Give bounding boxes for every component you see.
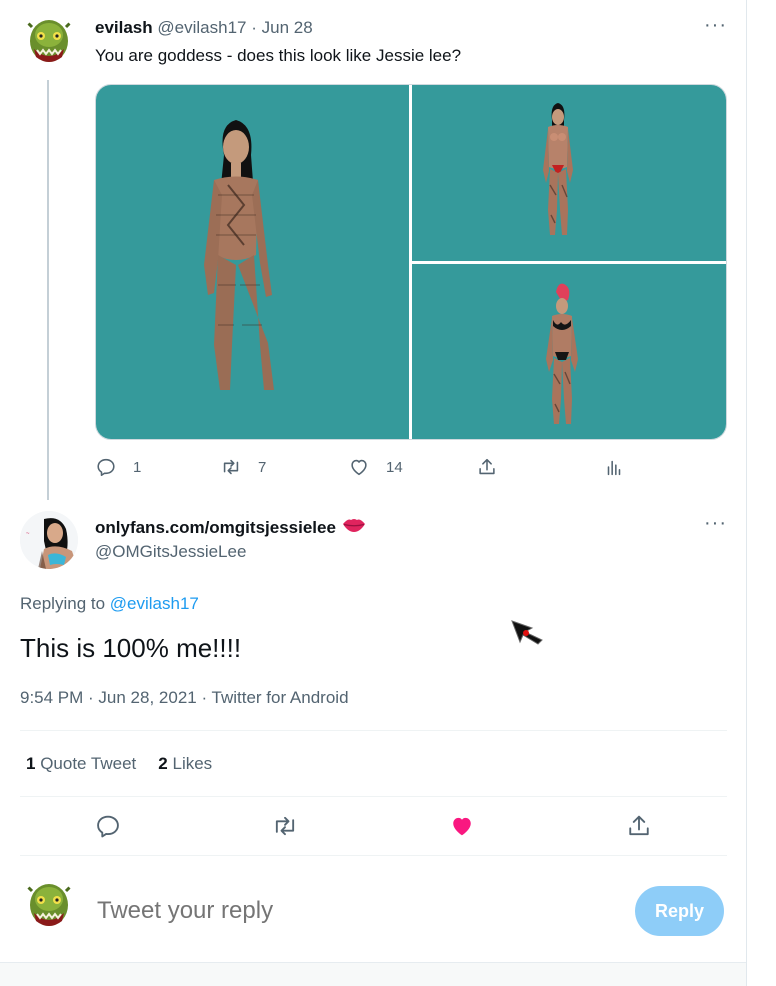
main-share-button[interactable]: [625, 812, 653, 840]
more-dots-icon[interactable]: ···: [704, 513, 727, 533]
main-display-name-row: onlyfans.com/omgitsjessielee: [95, 517, 366, 538]
main-display-name[interactable]: onlyfans.com/omgitsjessielee: [95, 518, 336, 538]
main-tweet-text: This is 100% me!!!!: [20, 633, 242, 663]
mouse-cursor-icon: [510, 618, 546, 654]
quote-tweets-stat[interactable]: 1 Quote Tweet: [26, 754, 136, 773]
thread-connector-line: [47, 80, 49, 500]
tweet-media-grid: [95, 84, 727, 440]
character-figure-image: [543, 103, 573, 235]
parent-separator: ·: [251, 18, 257, 37]
reply-icon: [97, 815, 119, 838]
main-like-button[interactable]: [448, 812, 476, 840]
parent-retweet-count: 7: [258, 458, 267, 476]
likes-label: Likes: [172, 754, 213, 773]
likes-stat[interactable]: 2 Likes: [158, 754, 212, 773]
more-dots-icon[interactable]: ···: [704, 15, 727, 35]
character-figure-image: [204, 120, 274, 390]
main-reply-button[interactable]: [94, 812, 122, 840]
divider: [20, 796, 727, 797]
heart-outline-icon: [351, 459, 367, 476]
parent-like-action[interactable]: 14: [348, 456, 403, 478]
retweet-icon: [223, 459, 239, 475]
parent-share-action[interactable]: [476, 456, 498, 478]
quote-count: 1: [26, 754, 36, 773]
kiss-lips-icon: [342, 517, 366, 538]
likes-count: 2: [158, 754, 168, 773]
media-image-2[interactable]: [412, 85, 726, 261]
media-image-1[interactable]: [96, 85, 409, 439]
tweet-timestamp-source[interactable]: 9:54 PM · Jun 28, 2021 · Twitter for And…: [20, 688, 349, 708]
timeline-border: [746, 0, 747, 986]
reply-button[interactable]: Reply: [635, 886, 724, 936]
media-image-3[interactable]: [412, 264, 726, 439]
parent-like-count: 14: [386, 458, 403, 476]
replying-to-label: Replying to: [20, 594, 110, 613]
quote-label: Quote Tweet: [40, 754, 137, 773]
parent-date[interactable]: Jun 28: [262, 18, 313, 37]
main-avatar[interactable]: ~: [20, 511, 78, 569]
heart-filled-icon: [453, 817, 471, 836]
divider: [20, 730, 727, 731]
svg-text:~: ~: [26, 531, 30, 537]
reply-icon: [97, 458, 115, 477]
character-figure-image: [546, 283, 578, 424]
parent-tweet-text: You are goddess - does this look like Je…: [95, 46, 462, 65]
analytics-icon: [607, 460, 621, 476]
parent-reply-action[interactable]: 1: [95, 456, 141, 478]
main-retweet-button[interactable]: [271, 812, 299, 840]
parent-reply-count: 1: [133, 458, 142, 476]
parent-retweet-action[interactable]: 7: [220, 456, 266, 478]
share-icon: [629, 815, 649, 836]
divider: [20, 855, 727, 856]
reply-input[interactable]: [97, 897, 517, 925]
share-icon: [479, 458, 495, 475]
composer-avatar[interactable]: [20, 879, 78, 937]
parent-analytics-action[interactable]: [603, 456, 625, 478]
replying-to-line: Replying to @evilash17: [20, 594, 199, 614]
main-handle[interactable]: @OMGitsJessieLee: [95, 542, 246, 562]
bottom-section-strip: [0, 962, 746, 986]
parent-tweet-header: evilash @evilash17 · Jun 28: [95, 18, 313, 38]
retweet-icon: [275, 816, 295, 836]
parent-display-name[interactable]: evilash: [95, 18, 153, 37]
parent-handle[interactable]: @evilash17: [157, 18, 246, 37]
parent-avatar[interactable]: [20, 15, 78, 73]
replying-to-mention[interactable]: @evilash17: [110, 594, 199, 613]
tweet-stats: 1 Quote Tweet 2 Likes: [26, 754, 212, 774]
